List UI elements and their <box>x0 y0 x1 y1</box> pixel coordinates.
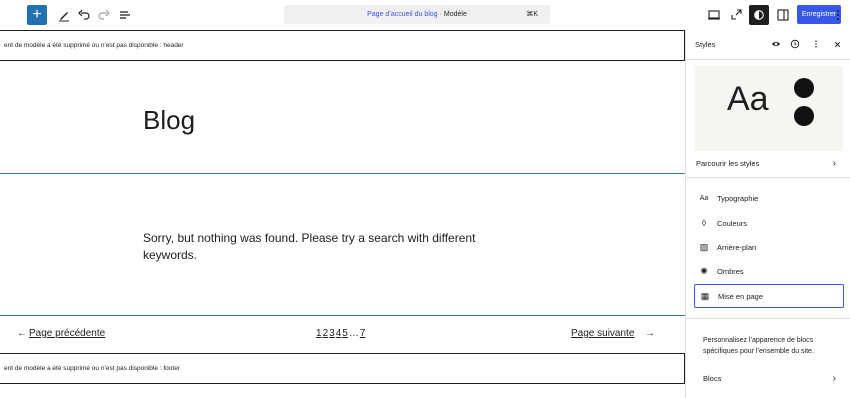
background-icon: ▨ <box>699 241 709 252</box>
command-shortcut: ⌘K <box>526 11 538 18</box>
add-block-button[interactable]: + <box>27 5 47 25</box>
chevron-right-icon: › <box>832 372 836 384</box>
sidebar-item-typography[interactable]: Aa Typographie <box>694 186 844 210</box>
no-results-text[interactable]: Sorry, but nothing was found. Please try… <box>143 230 513 264</box>
style-preview[interactable]: Aa <box>695 66 843 151</box>
sidebar-item-label: Ombres <box>717 266 744 276</box>
styles-toggle-button[interactable] <box>749 5 769 25</box>
header-missing-notice[interactable]: ent de modèle a été supprimé ou n’est pa… <box>0 30 685 61</box>
divider <box>686 177 850 178</box>
editor-canvas[interactable]: ent de modèle a été supprimé ou n’est pa… <box>0 30 685 398</box>
pagination: ← Page précédente 1 2 3 4 5 … 7 Page sui… <box>0 327 685 345</box>
sidebar-item-blocks[interactable]: Blocs › <box>694 366 844 390</box>
undo-icon[interactable] <box>75 5 93 25</box>
sidebar-item-label: Mise en page <box>718 291 764 301</box>
page-numbers: 1 2 3 4 5 … 7 <box>316 328 365 339</box>
previous-page-link[interactable]: Page précédente <box>29 328 105 339</box>
sidebar-item-label: Typographie <box>717 193 759 203</box>
arrow-right-icon: → <box>645 328 655 339</box>
page-number-link[interactable]: 4 <box>336 328 342 339</box>
close-icon[interactable] <box>831 38 843 50</box>
page-number-link[interactable]: 1 <box>316 328 322 339</box>
revisions-icon[interactable] <box>789 38 801 50</box>
browse-styles-label: Parcourir les styles <box>696 158 760 168</box>
top-toolbar: + Page d’accueil du blog · Modèle ⌘K Enr… <box>0 0 850 30</box>
styles-sidebar: Styles Aa Parcourir les styles › Aa Typo… <box>685 30 850 398</box>
page-number-link[interactable]: 7 <box>360 328 366 339</box>
page-number-link[interactable]: 2 <box>323 328 329 339</box>
sidebar-item-shadows[interactable]: ✺ Ombres <box>694 259 844 283</box>
layout-icon: ▦ <box>700 290 710 301</box>
shadow-icon: ✺ <box>700 265 708 276</box>
sidebar-toggle-icon[interactable] <box>774 5 792 25</box>
eye-icon[interactable] <box>770 38 782 50</box>
page-number-link[interactable]: 5 <box>342 328 348 339</box>
sidebar-item-label: Arrière-plan <box>717 242 757 252</box>
more-options-icon[interactable] <box>810 38 822 50</box>
next-page-link[interactable]: Page suivante <box>571 328 634 339</box>
sidebar-header: Styles <box>686 30 850 60</box>
divider <box>686 318 850 319</box>
sidebar-item-label: Couleurs <box>717 218 748 228</box>
query-loop-block[interactable]: Sorry, but nothing was found. Please try… <box>0 173 685 316</box>
page-number-link[interactable]: 3 <box>329 328 335 339</box>
more-options-icon[interactable] <box>831 5 845 25</box>
page-ellipsis: … <box>348 328 359 339</box>
document-type: Modèle <box>443 11 467 18</box>
sidebar-item-background[interactable]: ▨ Arrière-plan <box>694 235 844 259</box>
preview-color-dot <box>794 78 814 98</box>
document-bar[interactable]: Page d’accueil du blog · Modèle ⌘K <box>284 5 550 24</box>
preview-color-dot <box>794 106 814 126</box>
redo-icon[interactable] <box>95 5 113 25</box>
typography-icon: Aa <box>699 194 709 202</box>
page-title[interactable]: Blog <box>143 105 195 136</box>
document-separator: · <box>439 11 442 18</box>
sidebar-title: Styles <box>695 40 716 49</box>
preview-typography: Aa <box>727 80 769 118</box>
contrast-icon <box>754 10 764 20</box>
footer-missing-notice[interactable]: ent de modèle a été supprimé ou n’est pa… <box>0 353 685 384</box>
blocks-label: Blocs <box>703 373 722 383</box>
chevron-right-icon: › <box>832 157 836 169</box>
arrow-left-icon: ← <box>17 328 27 339</box>
external-link-icon[interactable] <box>727 5 745 25</box>
pencil-icon[interactable] <box>55 5 73 25</box>
blocks-description: Personnalisez l’apparence de blocs spéci… <box>703 337 814 355</box>
list-view-icon[interactable] <box>116 5 134 25</box>
document-title: Page d’accueil du blog <box>367 11 438 18</box>
sidebar-item-colors[interactable]: ◊ Couleurs <box>694 211 844 235</box>
sidebar-item-layout[interactable]: ▦ Mise en page <box>694 284 844 308</box>
desktop-preview-icon[interactable] <box>705 5 723 25</box>
browse-styles-item[interactable]: Parcourir les styles › <box>694 151 844 175</box>
droplet-icon: ◊ <box>701 218 707 228</box>
